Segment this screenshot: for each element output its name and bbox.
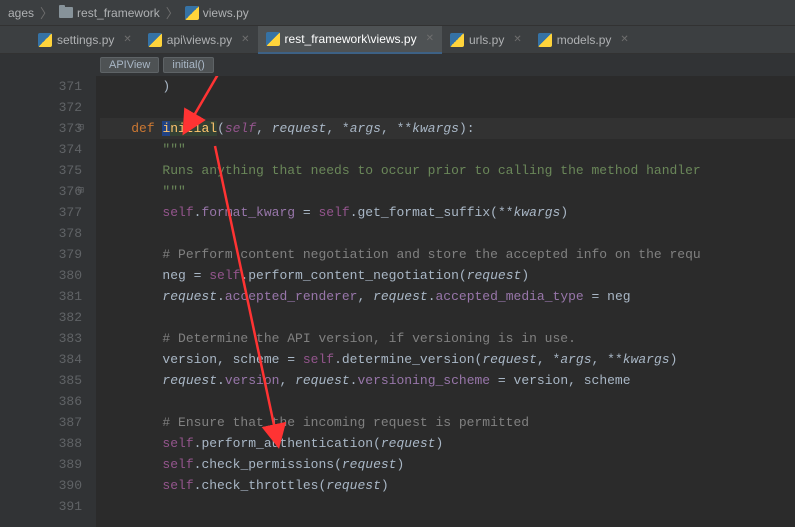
code-line[interactable]: Runs anything that needs to occur prior … [100, 160, 795, 181]
line-number: 389 [30, 454, 82, 475]
line-number: 388 [30, 433, 82, 454]
code-line[interactable] [100, 391, 795, 412]
line-number: 390 [30, 475, 82, 496]
line-number: 378 [30, 223, 82, 244]
python-file-icon [266, 32, 280, 46]
line-number: 391 [30, 496, 82, 517]
line-number: 381 [30, 286, 82, 307]
tab-label: models.py [557, 33, 612, 47]
line-number: 371 [30, 76, 82, 97]
python-file-icon [450, 33, 464, 47]
editor-tab[interactable]: api\views.py ✕ [140, 26, 258, 54]
close-icon[interactable]: ✕ [241, 34, 249, 45]
editor-tab[interactable]: settings.py ✕ [30, 26, 140, 54]
code-line[interactable]: self.check_permissions(request) [100, 454, 795, 475]
line-number: 377 [30, 202, 82, 223]
line-number: 383 [30, 328, 82, 349]
chevron-right-icon: 〉 [40, 3, 53, 22]
tab-label: api\views.py [167, 33, 232, 47]
line-number: 387 [30, 412, 82, 433]
code-line[interactable]: def initial(self, request, *args, **kwar… [100, 118, 795, 139]
close-icon[interactable]: ✕ [426, 33, 434, 44]
editor-tab[interactable]: rest_framework\views.py ✕ [258, 26, 442, 54]
python-file-icon [538, 33, 552, 47]
code-line[interactable]: ) [100, 76, 795, 97]
code-line[interactable]: neg = self.perform_content_negotiation(r… [100, 265, 795, 286]
code-line[interactable]: # Determine the API version, if versioni… [100, 328, 795, 349]
tab-label: urls.py [469, 33, 504, 47]
line-number: 374 [30, 139, 82, 160]
fold-icon[interactable]: ⊞ [78, 181, 84, 202]
code-line[interactable]: self.format_kwarg = self.get_format_suff… [100, 202, 795, 223]
code-line[interactable]: self.check_throttles(request) [100, 475, 795, 496]
context-class[interactable]: APIView [100, 57, 159, 73]
code-line[interactable] [100, 307, 795, 328]
code-line[interactable]: # Ensure that the incoming request is pe… [100, 412, 795, 433]
python-file-icon [38, 33, 52, 47]
editor-tab[interactable]: models.py ✕ [530, 26, 637, 54]
editor-tab[interactable]: urls.py ✕ [442, 26, 530, 54]
line-number: 384 [30, 349, 82, 370]
fold-icon[interactable]: ⊟ [78, 118, 84, 139]
code-line[interactable]: """ [100, 181, 795, 202]
code-line[interactable]: request.version, request.versioning_sche… [100, 370, 795, 391]
line-number: 375 [30, 160, 82, 181]
line-number: 376⊞ [30, 181, 82, 202]
context-method[interactable]: initial() [163, 57, 213, 73]
close-icon[interactable]: ✕ [513, 34, 521, 45]
code-line[interactable]: # Perform content negotiation and store … [100, 244, 795, 265]
code-line[interactable] [100, 223, 795, 244]
breadcrumb: ages 〉 rest_framework 〉 views.py [0, 0, 795, 26]
line-number: 372 [30, 97, 82, 118]
tab-label: rest_framework\views.py [285, 32, 417, 46]
close-icon[interactable]: ✕ [620, 34, 628, 45]
code-line[interactable] [100, 97, 795, 118]
tab-label: settings.py [57, 33, 114, 47]
line-number: 386 [30, 391, 82, 412]
chevron-right-icon: 〉 [166, 3, 179, 22]
line-number: 380 [30, 265, 82, 286]
line-number: 382 [30, 307, 82, 328]
code-area[interactable]: ) def initial(self, request, *args, **kw… [96, 76, 795, 527]
python-file-icon [148, 33, 162, 47]
editor[interactable]: 371372373⊟374375376⊞37737837938038138238… [0, 76, 795, 527]
editor-tabs: settings.py✕api\views.py✕rest_framework\… [0, 26, 795, 54]
folder-icon [59, 7, 73, 18]
code-line[interactable] [100, 496, 795, 517]
line-number: 379 [30, 244, 82, 265]
line-number: 373⊟ [30, 118, 82, 139]
python-file-icon [185, 6, 199, 20]
breadcrumb-item[interactable]: views.py [185, 6, 249, 20]
context-bar: APIView initial() [0, 54, 795, 76]
code-line[interactable]: self.perform_authentication(request) [100, 433, 795, 454]
line-gutter: 371372373⊟374375376⊞37737837938038138238… [0, 76, 96, 527]
breadcrumb-item[interactable]: rest_framework [59, 6, 160, 20]
code-line[interactable]: """ [100, 139, 795, 160]
close-icon[interactable]: ✕ [123, 34, 131, 45]
code-line[interactable]: version, scheme = self.determine_version… [100, 349, 795, 370]
code-line[interactable]: request.accepted_renderer, request.accep… [100, 286, 795, 307]
breadcrumb-item[interactable]: ages [8, 6, 34, 20]
line-number: 385 [30, 370, 82, 391]
